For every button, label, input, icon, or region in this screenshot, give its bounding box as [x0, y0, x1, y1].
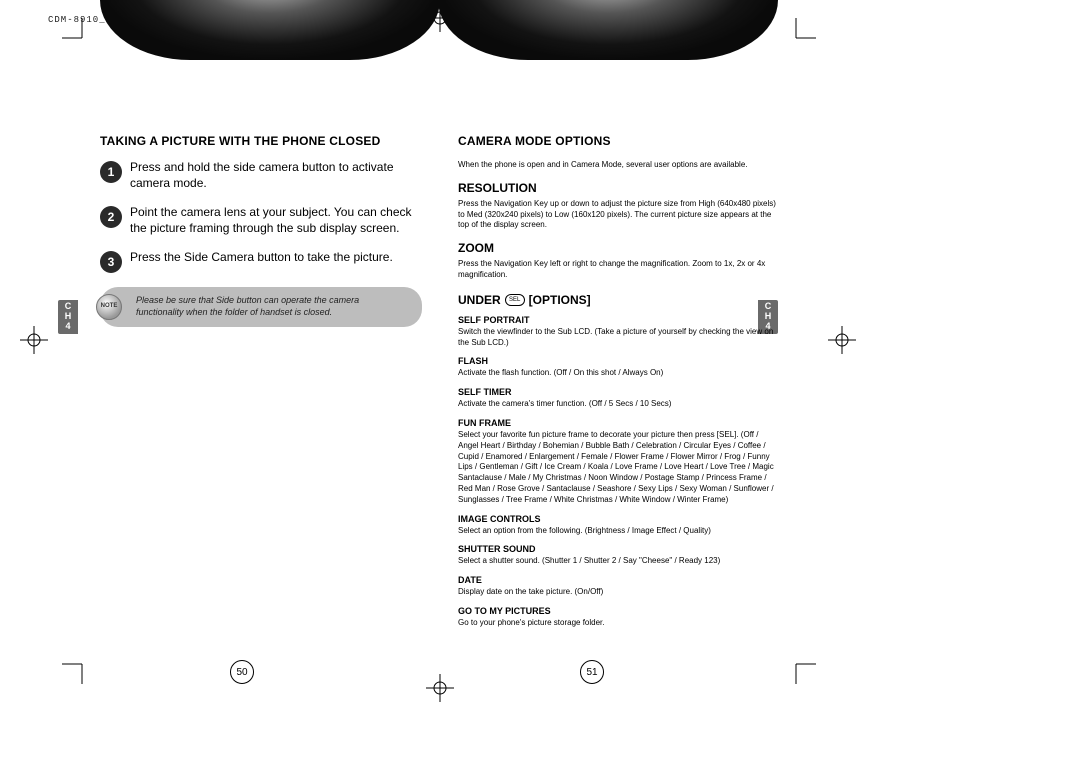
resolution-heading: RESOLUTION — [458, 181, 780, 195]
zoom-heading: ZOOM — [458, 241, 780, 255]
option-heading: FLASH — [458, 356, 780, 366]
page-left: TAKING A PICTURE WITH THE PHONE CLOSED 1… — [82, 32, 440, 682]
right-intro: When the phone is open and in Camera Mod… — [458, 160, 780, 171]
step-text: Point the camera lens at your subject. Y… — [130, 205, 422, 236]
step-text: Press and hold the side camera button to… — [130, 160, 422, 191]
option-body: Activate the flash function. (Off / On t… — [458, 368, 780, 379]
page-right: CAMERA MODE OPTIONS When the phone is op… — [440, 32, 798, 682]
option-body: Select an option from the following. (Br… — [458, 526, 780, 537]
sel-key-icon: SEL — [505, 294, 525, 306]
option-body: Select a shutter sound. (Shutter 1 / Shu… — [458, 556, 780, 567]
option-heading: FUN FRAME — [458, 418, 780, 428]
note-text: Please be sure that Side button can oper… — [136, 295, 359, 317]
right-title: CAMERA MODE OPTIONS — [458, 134, 780, 148]
under-options-heading: UNDER SEL [OPTIONS] — [458, 293, 780, 307]
option-heading: SELF PORTRAIT — [458, 315, 780, 325]
left-title: TAKING A PICTURE WITH THE PHONE CLOSED — [100, 134, 422, 148]
page-number-right: 51 — [580, 660, 604, 684]
page-number-left: 50 — [230, 660, 254, 684]
step-number-icon: 2 — [100, 206, 122, 228]
note-box: NOTE Please be sure that Side button can… — [100, 287, 422, 326]
under-pre: UNDER — [458, 293, 501, 307]
option-heading: SELF TIMER — [458, 387, 780, 397]
option-heading: IMAGE CONTROLS — [458, 514, 780, 524]
step: 3 Press the Side Camera button to take t… — [100, 250, 422, 273]
step: 1 Press and hold the side camera button … — [100, 160, 422, 191]
zoom-body: Press the Navigation Key left or right t… — [458, 259, 780, 281]
chapter-tab-left: C H 4 — [58, 300, 78, 334]
option-body: Display date on the take picture. (On/Of… — [458, 587, 780, 598]
option-heading: GO TO MY PICTURES — [458, 606, 780, 616]
step-text: Press the Side Camera button to take the… — [130, 250, 393, 266]
option-heading: SHUTTER SOUND — [458, 544, 780, 554]
option-body: Select your favorite fun picture frame t… — [458, 430, 780, 506]
note-icon: NOTE — [96, 294, 122, 320]
step: 2 Point the camera lens at your subject.… — [100, 205, 422, 236]
tab-line: 4 — [65, 322, 70, 332]
step-number-icon: 1 — [100, 161, 122, 183]
step-number-icon: 3 — [100, 251, 122, 273]
option-body: Go to your phone's picture storage folde… — [458, 618, 780, 629]
option-body: Switch the viewfinder to the Sub LCD. (T… — [458, 327, 780, 349]
under-post: [OPTIONS] — [529, 293, 591, 307]
option-heading: DATE — [458, 575, 780, 585]
resolution-body: Press the Navigation Key up or down to a… — [458, 199, 780, 231]
option-body: Activate the camera's timer function. (O… — [458, 399, 780, 410]
